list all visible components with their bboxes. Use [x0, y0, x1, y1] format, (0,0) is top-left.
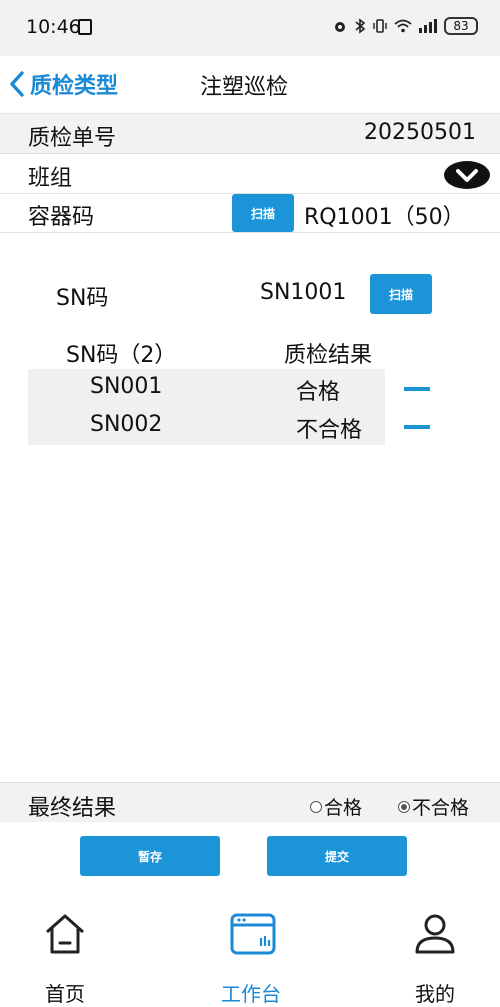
bottom-tab-bar: 首页 工作台 我的 — [0, 900, 500, 1006]
sn-row-result: 合格 — [296, 380, 341, 405]
home-icon — [46, 914, 84, 954]
save-draft-button[interactable]: 暂存 — [80, 836, 220, 876]
submit-button[interactable]: 提交 — [267, 836, 407, 876]
sn-table-header-result: 质检结果 — [284, 343, 373, 368]
sn-table-row: SN002 不合格 — [28, 407, 436, 445]
sn-table-row: SN001 合格 — [28, 369, 436, 407]
container-code-row: 容器码 扫描 RQ1001（50） — [0, 193, 500, 233]
radio-circle-icon — [398, 800, 410, 813]
team-dropdown[interactable] — [444, 161, 490, 189]
order-number-value: 20250501 — [364, 120, 476, 145]
workbench-icon — [230, 913, 276, 955]
page-title: 注塑巡检 — [200, 75, 289, 100]
sn-row-code: SN001 — [90, 374, 163, 399]
radio-circle-icon — [310, 800, 322, 813]
back-label: 质检类型 — [30, 74, 119, 99]
remove-row-button[interactable] — [404, 425, 430, 429]
final-result-label: 最终结果 — [28, 796, 117, 821]
container-code-label: 容器码 — [28, 205, 95, 230]
team-row[interactable]: 班组 — [0, 153, 500, 193]
final-result-pass-radio[interactable]: 合格 — [310, 793, 362, 820]
status-bar: 10:46 83 — [0, 0, 500, 56]
user-icon — [415, 914, 455, 954]
status-time: 10:46 — [26, 16, 81, 38]
signal-icon — [419, 19, 437, 33]
container-code-value: RQ1001（50） — [304, 205, 465, 230]
final-result-fail-radio[interactable]: 不合格 — [398, 793, 469, 820]
tab-label: 我的 — [415, 982, 455, 1006]
battery-indicator: 83 — [444, 17, 478, 35]
team-label: 班组 — [28, 166, 73, 191]
sn-value: SN1001 — [260, 280, 347, 305]
remove-row-button[interactable] — [404, 387, 430, 391]
tab-label: 工作台 — [221, 982, 281, 1006]
order-number-label: 质检单号 — [28, 126, 117, 151]
sn-row-code: SN002 — [90, 412, 163, 437]
tab-workbench[interactable]: 工作台 — [196, 912, 306, 1006]
nfc-icon — [78, 19, 92, 35]
app-header: 质检类型 注塑巡检 — [0, 56, 500, 112]
alarm-icon — [335, 22, 345, 32]
back-button[interactable]: 质检类型 — [8, 68, 118, 100]
final-result-row: 最终结果 合格 不合格 — [0, 782, 500, 822]
radio-label: 合格 — [324, 797, 363, 819]
sn-row-result: 不合格 — [296, 418, 363, 443]
vibrate-icon — [373, 19, 387, 33]
wifi-icon — [394, 19, 412, 33]
order-number-row: 质检单号 20250501 — [0, 113, 500, 153]
chevron-left-icon — [10, 71, 24, 97]
tab-label: 首页 — [45, 982, 85, 1006]
tab-home[interactable]: 首页 — [10, 912, 120, 1006]
status-icons: 83 — [332, 17, 478, 35]
chevron-down-icon — [456, 169, 478, 182]
radio-label: 不合格 — [412, 797, 470, 819]
container-scan-button[interactable]: 扫描 — [232, 194, 294, 232]
bluetooth-icon — [355, 18, 366, 34]
tab-profile[interactable]: 我的 — [380, 912, 490, 1006]
sn-table-header-code: SN码（2） — [66, 343, 177, 368]
sn-label: SN码 — [56, 286, 109, 311]
sn-scan-button[interactable]: 扫描 — [370, 274, 432, 314]
